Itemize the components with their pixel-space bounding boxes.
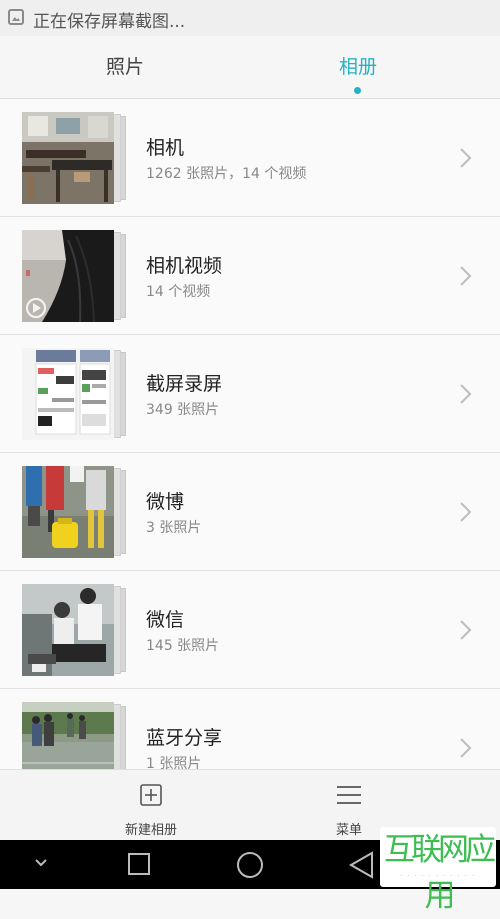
menu-icon [337,786,361,804]
album-name: 蓝牙分享 [146,727,223,749]
back-triangle-icon[interactable] [348,851,374,879]
tab-bar: 照片 相册 [0,36,500,99]
album-item-wechat[interactable]: 微信 145 张照片 [0,571,500,689]
chevron-down-icon[interactable] [34,858,48,868]
album-item-camera[interactable]: 相机 1262 张照片，14 个视频 [0,99,500,217]
hair-video-thumbnail [22,230,114,322]
album-count: 3 张照片 [146,520,202,536]
album-name: 相机 [146,137,185,159]
album-name: 截屏录屏 [146,373,223,395]
chevron-right-icon [460,502,472,522]
album-name: 微信 [146,609,185,631]
album-cover [22,584,126,676]
album-count: 1262 张照片，14 个视频 [146,166,307,182]
watermark-logo: 互联网应用 · · · · · · · · · · · [380,827,496,914]
album-count: 145 张照片 [146,638,220,654]
album-item-camera-video[interactable]: 相机视频 14 个视频 [0,217,500,335]
album-count: 1 张照片 [146,756,202,769]
wechat-thumbnail [22,584,114,676]
album-count: 349 张照片 [146,402,220,418]
album-item-weibo[interactable]: 微博 3 张照片 [0,453,500,571]
chevron-right-icon [460,738,472,758]
tab-photos[interactable]: 照片 [0,36,250,98]
screenshot-notification-icon [8,9,24,25]
album-cover [22,112,126,204]
classroom-thumbnail [22,112,114,204]
album-count: 14 个视频 [146,284,211,300]
album-item-bluetooth-share[interactable]: 蓝牙分享 1 张照片 [0,689,500,769]
album-cover [22,230,126,322]
status-bar: 正在保存屏幕截图... [0,0,500,36]
add-album-icon [140,784,162,806]
weibo-thumbnail [22,466,114,558]
album-cover [22,348,126,440]
chevron-right-icon [460,620,472,640]
tab-photos-label: 照片 [105,56,144,78]
album-name: 微博 [146,491,185,513]
home-circle-icon[interactable] [236,851,264,879]
chevron-right-icon [460,266,472,286]
status-text: 正在保存屏幕截图... [33,12,186,32]
active-tab-indicator [354,87,361,94]
bluetooth-thumbnail [22,702,114,769]
screenshot-thumbnail [22,348,114,440]
tab-albums[interactable]: 相册 [233,36,483,98]
album-item-screenshots[interactable]: 截屏录屏 349 张照片 [0,335,500,453]
recent-apps-square-icon[interactable] [127,852,151,876]
album-cover [22,702,126,769]
chevron-right-icon [460,148,472,168]
album-name: 相机视频 [146,255,223,277]
tab-albums-label: 相册 [338,56,377,78]
album-cover [22,466,126,558]
chevron-right-icon [460,384,472,404]
album-list[interactable]: 相机 1262 张照片，14 个视频 相机视频 14 个视频 截屏录屏 349 … [0,99,500,769]
